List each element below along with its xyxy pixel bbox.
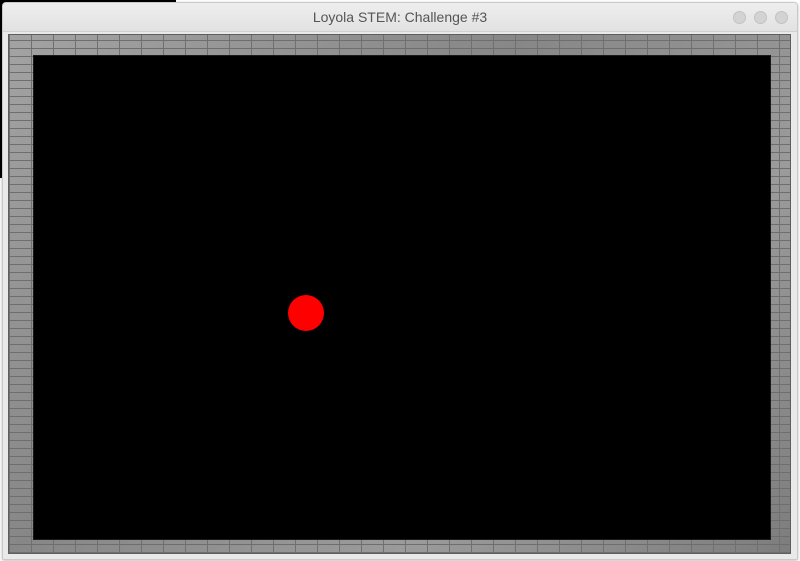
title-bar[interactable]: Loyola STEM: Challenge #3	[3, 3, 797, 32]
red-ball	[288, 295, 324, 331]
window-minimize-icon[interactable]	[733, 11, 746, 24]
window-title: Loyola STEM: Challenge #3	[312, 9, 488, 25]
window-maximize-icon[interactable]	[754, 11, 767, 24]
app-window: Loyola STEM: Challenge #3	[2, 2, 798, 560]
window-close-icon[interactable]	[775, 11, 788, 24]
brick-wall-border	[8, 34, 791, 554]
game-canvas[interactable]	[33, 55, 771, 540]
